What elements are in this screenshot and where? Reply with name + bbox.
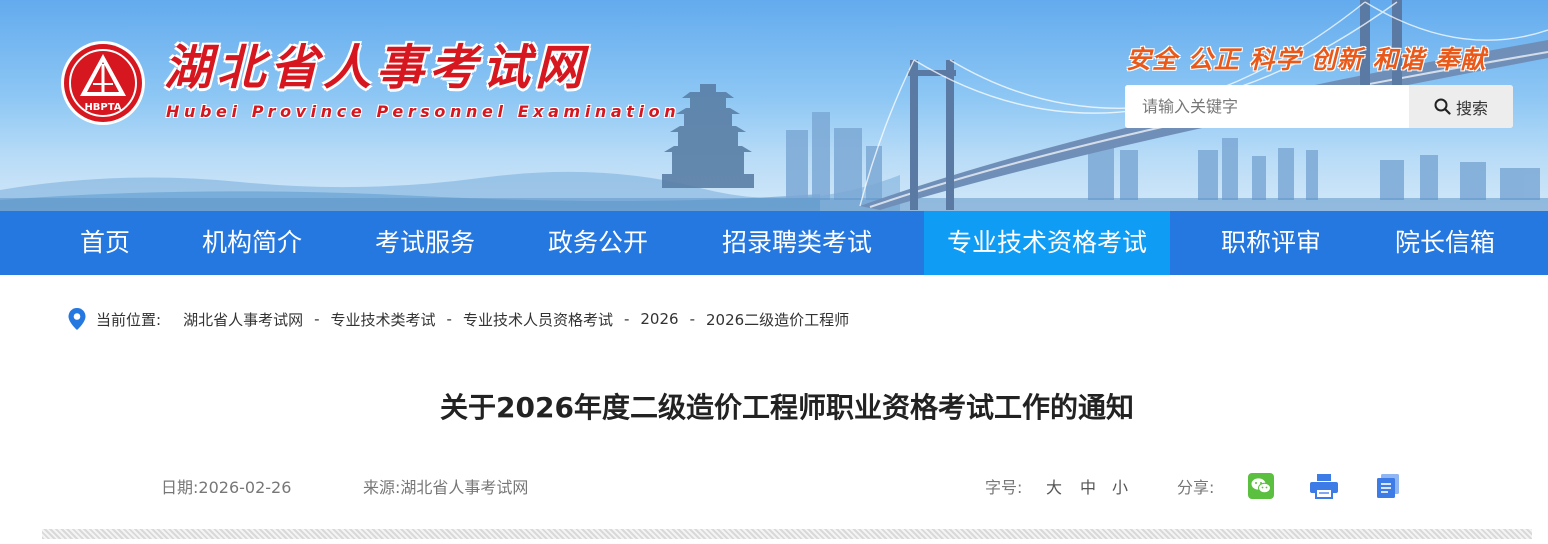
copy-icon[interactable] [1375,473,1401,499]
search-icon [1434,98,1451,115]
nav-item-home[interactable]: 首页 [55,211,155,275]
source-value: 湖北省人事考试网 [400,478,529,497]
hbpta-seal-logo: HBPTA [61,41,145,125]
search-button[interactable]: 搜索 [1409,85,1513,128]
header-banner: HBPTA 湖北省人事考试网 Hubei Province Personnel … [0,0,1548,211]
nav-item-exam-services[interactable]: 考试服务 [350,211,500,275]
breadcrumb-item-home[interactable]: 湖北省人事考试网 [183,309,303,330]
site-subtitle: Hubei Province Personnel Examination [166,102,681,121]
share-label: 分享: [1177,478,1215,497]
print-icon[interactable] [1310,473,1338,499]
font-size-medium-button[interactable]: 中 [1080,474,1096,498]
search-input[interactable] [1125,85,1409,128]
location-pin-icon [68,308,86,330]
breadcrumb-separator: - [689,310,695,328]
breadcrumb-item-current[interactable]: 2026二级造价工程师 [706,309,849,330]
breadcrumb: 当前位置: 湖北省人事考试网 - 专业技术类考试 - 专业技术人员资格考试 - … [68,307,849,331]
nav-item-professional-qualification-exams[interactable]: 专业技术资格考试 [924,211,1170,275]
date-value: 2026-02-26 [198,478,292,497]
breadcrumb-item-year[interactable]: 2026 [640,310,678,328]
nav-item-director-mailbox[interactable]: 院长信箱 [1370,211,1520,275]
breadcrumb-separator: - [446,310,452,328]
site-title: 湖北省人事考试网 [164,40,589,96]
font-size-large-button[interactable]: 大 [1046,474,1062,498]
font-size-label: 字号: [985,478,1023,497]
nav-item-about[interactable]: 机构简介 [178,211,326,275]
article-date: 日期:2026-02-26 [161,474,291,498]
font-size-small-button[interactable]: 小 [1112,474,1128,498]
nav-item-government-affairs[interactable]: 政务公开 [523,211,673,275]
breadcrumb-separator: - [314,310,320,328]
article-title: 关于2026年度二级造价工程师职业资格考试工作的通知 [440,391,1134,424]
nav-item-recruitment-exams[interactable]: 招录聘类考试 [697,211,897,275]
section-divider [42,529,1532,539]
nav-item-title-evaluation[interactable]: 职称评审 [1196,211,1346,275]
wechat-icon[interactable] [1248,473,1274,499]
date-label: 日期: [161,478,199,497]
breadcrumb-label: 当前位置: [96,310,162,329]
breadcrumb-item-qualification-exams[interactable]: 专业技术人员资格考试 [463,309,613,330]
site-slogan: 安全 公正 科学 创新 和谐 奉献 [1126,45,1487,74]
main-nav: 首页 机构简介 考试服务 政务公开 招录聘类考试 专业技术资格考试 职称评审 院… [0,211,1548,275]
breadcrumb-separator: - [623,310,630,328]
source-label: 来源: [363,478,401,497]
search-button-label: 搜索 [1455,98,1488,118]
article-source: 来源:湖北省人事考试网 [363,474,528,498]
breadcrumb-item-professional-exams[interactable]: 专业技术类考试 [331,309,436,330]
search-bar: 搜索 [1125,85,1513,128]
seal-text: HBPTA [84,102,121,113]
